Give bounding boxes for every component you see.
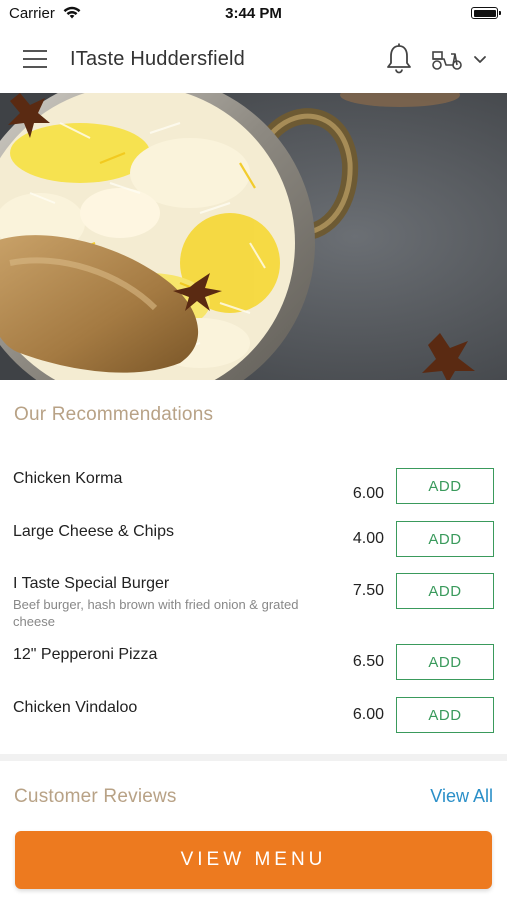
add-button[interactable]: ADD bbox=[396, 521, 494, 557]
bell-icon[interactable] bbox=[383, 42, 415, 76]
item-name: Chicken Vindaloo bbox=[13, 699, 138, 716]
clock: 3:44 PM bbox=[225, 5, 282, 22]
item-price: 6.50 bbox=[352, 653, 384, 670]
hamburger-menu-icon[interactable] bbox=[20, 46, 50, 72]
battery-icon bbox=[471, 7, 501, 19]
item-description: Beef burger, hash brown with fried onion… bbox=[13, 597, 299, 629]
item-name: 12" Pepperoni Pizza bbox=[13, 646, 158, 663]
section-divider bbox=[0, 754, 507, 761]
view-all-reviews-link[interactable]: View All bbox=[430, 786, 493, 807]
item-name: Large Cheese & Chips bbox=[13, 523, 174, 540]
hero-food-image bbox=[0, 93, 507, 380]
add-button[interactable]: ADD bbox=[396, 697, 494, 733]
item-name: Chicken Korma bbox=[13, 470, 123, 487]
item-price: 4.00 bbox=[352, 530, 384, 547]
item-price: 6.00 bbox=[352, 706, 384, 723]
reviews-title: Customer Reviews bbox=[14, 786, 177, 807]
restaurant-title: ITaste Huddersfield bbox=[70, 48, 246, 70]
scooter-icon[interactable] bbox=[430, 45, 464, 73]
view-menu-button[interactable]: VIEW MENU bbox=[15, 831, 492, 889]
item-price: 6.00 bbox=[352, 485, 384, 502]
add-button[interactable]: ADD bbox=[396, 573, 494, 609]
item-name: I Taste Special Burger bbox=[13, 575, 170, 592]
biryani-dish-illustration bbox=[0, 93, 507, 380]
chevron-down-icon[interactable] bbox=[470, 49, 490, 69]
status-bar: Carrier 3:44 PM bbox=[0, 0, 507, 26]
add-button[interactable]: ADD bbox=[396, 644, 494, 680]
add-button[interactable]: ADD bbox=[396, 468, 494, 504]
app-header: ITaste Huddersfield bbox=[0, 26, 507, 93]
item-price: 7.50 bbox=[352, 582, 384, 599]
recommendations-title: Our Recommendations bbox=[14, 404, 214, 425]
